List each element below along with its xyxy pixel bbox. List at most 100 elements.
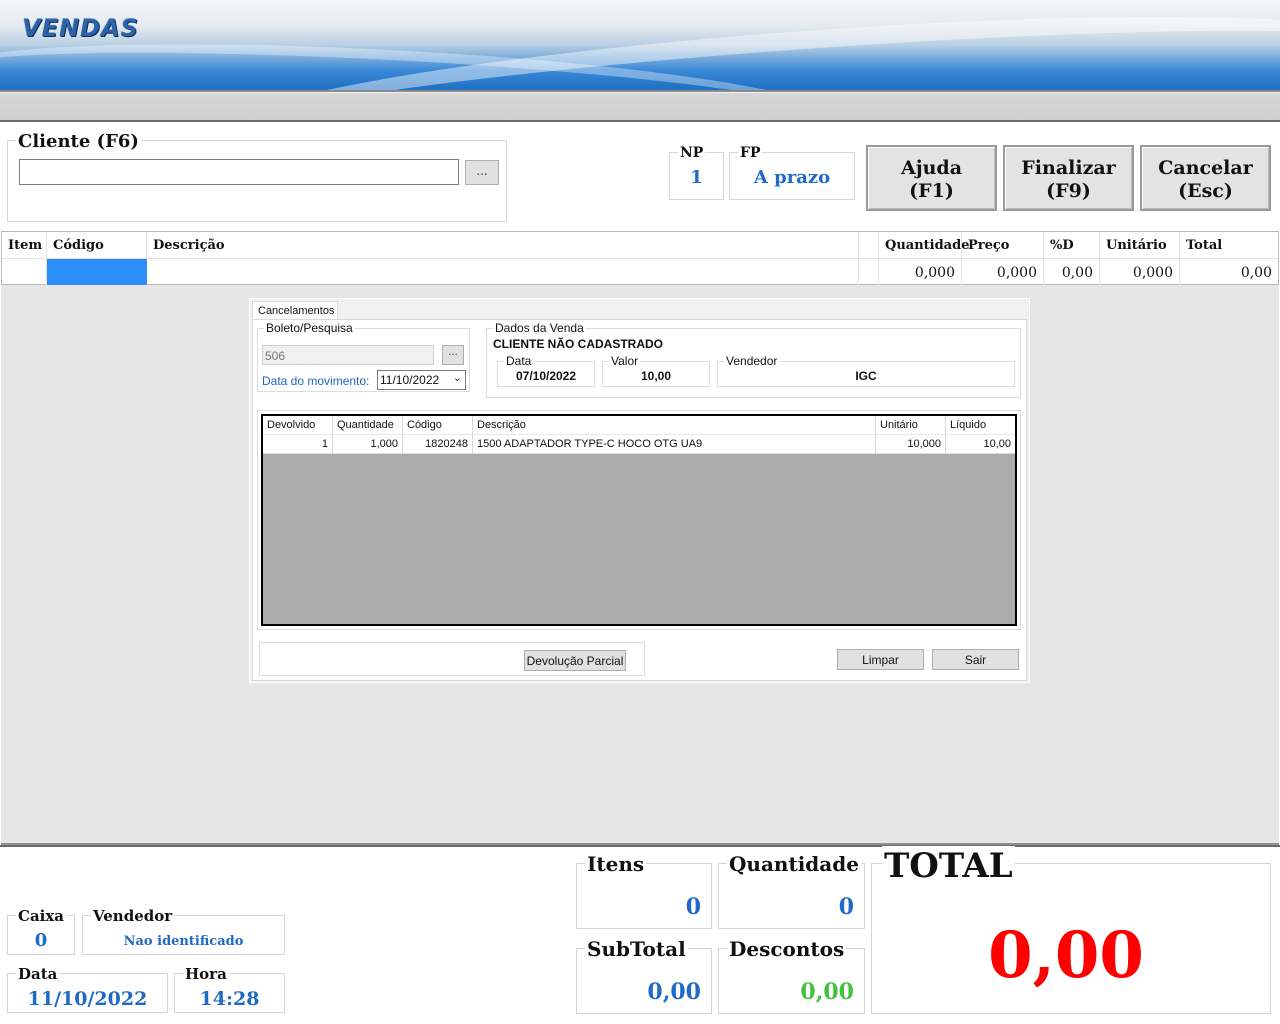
col-desconto[interactable]: %D: [1044, 232, 1100, 259]
col-codigo[interactable]: Código: [47, 232, 147, 259]
cancel-grid-header: Devolvido Quantidade Código Descrição Un…: [263, 416, 1015, 435]
col-descricao[interactable]: Descrição: [473, 416, 876, 435]
toolbar-strip: [0, 90, 1280, 122]
venda-cliente-name: CLIENTE NÃO CADASTRADO: [493, 337, 663, 351]
data-label: Data: [16, 965, 60, 983]
col-extra[interactable]: [859, 232, 879, 259]
vendedor-label: Vendedor: [91, 907, 175, 925]
fp-label: FP: [738, 145, 763, 161]
app-banner: VENDAS: [0, 0, 1280, 90]
cell-codigo-selected[interactable]: [47, 259, 147, 286]
cell-descricao[interactable]: [147, 259, 859, 286]
ajuda-button[interactable]: Ajuda (F1): [866, 145, 997, 211]
descontos-label: Descontos: [727, 937, 847, 961]
cell-total[interactable]: 0,00: [1180, 259, 1278, 286]
col-descricao[interactable]: Descrição: [147, 232, 859, 259]
cell-desconto[interactable]: 0,00: [1044, 259, 1100, 286]
movimento-label: Data do movimento:: [262, 374, 370, 388]
quantidade-value: 0: [838, 894, 854, 920]
cancel-items-frame: Devolvido Quantidade Código Descrição Un…: [257, 410, 1021, 630]
col-unitario[interactable]: Unitário: [876, 416, 946, 435]
app-title: VENDAS: [22, 14, 139, 42]
col-quantidade[interactable]: Quantidade: [879, 232, 969, 259]
hora-value: 14:28: [199, 988, 260, 1010]
cell-quantidade[interactable]: 0,000: [879, 259, 962, 286]
itens-label: Itens: [585, 852, 647, 876]
boleto-title: Boleto/Pesquisa: [264, 321, 355, 335]
cancelar-button-shortcut: (Esc): [1178, 180, 1233, 202]
ajuda-button-shortcut: (F1): [909, 180, 954, 202]
cliente-lookup-button[interactable]: ...: [465, 160, 499, 185]
sale-items-grid[interactable]: Item Código Descrição Quantidade Preço %…: [1, 231, 1279, 286]
caixa-value: 0: [34, 930, 48, 951]
cell-codigo[interactable]: 1820248: [403, 435, 473, 454]
venda-data-box: Data 07/10/2022: [497, 354, 595, 387]
cell-quantidade[interactable]: 1,000: [333, 435, 403, 454]
boleto-group: Boleto/Pesquisa 506 ... Data do moviment…: [257, 321, 470, 392]
caixa-label: Caixa: [16, 907, 67, 925]
descontos-box: Descontos 0,00: [718, 937, 865, 1014]
col-quantidade[interactable]: Quantidade: [333, 416, 403, 435]
devolucao-parcial-button[interactable]: Devolução Parcial: [524, 650, 626, 671]
fp-value: A prazo: [753, 167, 831, 188]
finalizar-button[interactable]: Finalizar (F9): [1003, 145, 1134, 211]
fp-box: FP A prazo: [729, 145, 855, 200]
cell-unitario[interactable]: 0,000: [1100, 259, 1180, 286]
cell-extra[interactable]: [859, 259, 879, 286]
subtotal-value: 0,00: [647, 979, 701, 1005]
cell-devolvido[interactable]: 1: [263, 435, 333, 454]
subtotal-box: SubTotal 0,00: [576, 937, 712, 1014]
sair-button[interactable]: Sair: [932, 649, 1019, 670]
finalizar-button-label: Finalizar: [1021, 157, 1116, 179]
tab-cancelamentos[interactable]: Cancelamentos: [252, 301, 338, 320]
col-preco[interactable]: Preço: [962, 232, 1044, 259]
quantidade-label: Quantidade: [727, 852, 861, 876]
ajuda-button-label: Ajuda: [900, 157, 963, 179]
movimento-date-picker[interactable]: 11/10/2022 ⌄: [377, 370, 466, 390]
dados-venda-title: Dados da Venda: [493, 321, 586, 335]
movimento-date-value: 11/10/2022: [380, 373, 440, 387]
venda-data-label: Data: [504, 354, 534, 368]
limpar-button[interactable]: Limpar: [837, 649, 924, 670]
venda-data-value: 07/10/2022: [515, 369, 577, 383]
col-unitario[interactable]: Unitário: [1100, 232, 1180, 259]
boleto-lookup-button[interactable]: ...: [442, 345, 464, 365]
table-row[interactable]: 0,000 0,000 0,00 0,000 0,00: [2, 259, 1278, 286]
cliente-input[interactable]: [19, 159, 459, 185]
cell-unitario[interactable]: 10,000: [876, 435, 946, 454]
vendedor-box: Vendedor Nao identificado: [82, 907, 285, 955]
cell-item[interactable]: [2, 259, 47, 286]
venda-valor-value: 10,00: [640, 369, 672, 383]
finalizar-button-shortcut: (F9): [1046, 180, 1091, 202]
total-value: 0,00: [988, 918, 1144, 993]
data-box: Data 11/10/2022: [7, 965, 168, 1013]
boleto-input[interactable]: 506: [262, 345, 434, 365]
cell-liquido[interactable]: 10,00: [946, 435, 1015, 454]
table-row[interactable]: 1 1,000 1820248 1500 ADAPTADOR TYPE-C HO…: [263, 435, 1015, 454]
venda-vendedor-label: Vendedor: [724, 354, 780, 368]
devolucao-frame: Devolução Parcial: [259, 642, 645, 676]
itens-box: Itens 0: [576, 852, 712, 929]
np-label: NP: [678, 145, 706, 161]
np-box: NP 1: [669, 145, 724, 200]
venda-valor-label: Valor: [609, 354, 641, 368]
cell-descricao[interactable]: 1500 ADAPTADOR TYPE-C HOCO OTG UA9: [473, 435, 876, 454]
cancel-items-grid[interactable]: Devolvido Quantidade Código Descrição Un…: [261, 414, 1017, 626]
chevron-down-icon[interactable]: ⌄: [453, 371, 462, 384]
caixa-box: Caixa 0: [7, 907, 75, 955]
venda-vendedor-box: Vendedor IGC: [717, 354, 1015, 387]
cliente-label: Cliente (F6): [16, 131, 141, 152]
hora-box: Hora 14:28: [174, 965, 285, 1013]
col-item[interactable]: Item: [2, 232, 47, 259]
col-total[interactable]: Total: [1180, 232, 1278, 259]
col-devolvido[interactable]: Devolvido: [263, 416, 333, 435]
cell-preco[interactable]: 0,000: [962, 259, 1044, 286]
cancelar-button[interactable]: Cancelar (Esc): [1140, 145, 1271, 211]
col-codigo[interactable]: Código: [403, 416, 473, 435]
np-value: 1: [690, 167, 703, 188]
footer-panel: Caixa 0 Vendedor Nao identificado Data 1…: [0, 845, 1280, 1024]
venda-valor-box: Valor 10,00: [602, 354, 710, 387]
vendedor-value: Nao identificado: [123, 934, 244, 949]
cancelamentos-dialog: Cancelamentos Boleto/Pesquisa 506 ... Da…: [249, 298, 1030, 683]
col-liquido[interactable]: Líquido: [946, 416, 1015, 435]
